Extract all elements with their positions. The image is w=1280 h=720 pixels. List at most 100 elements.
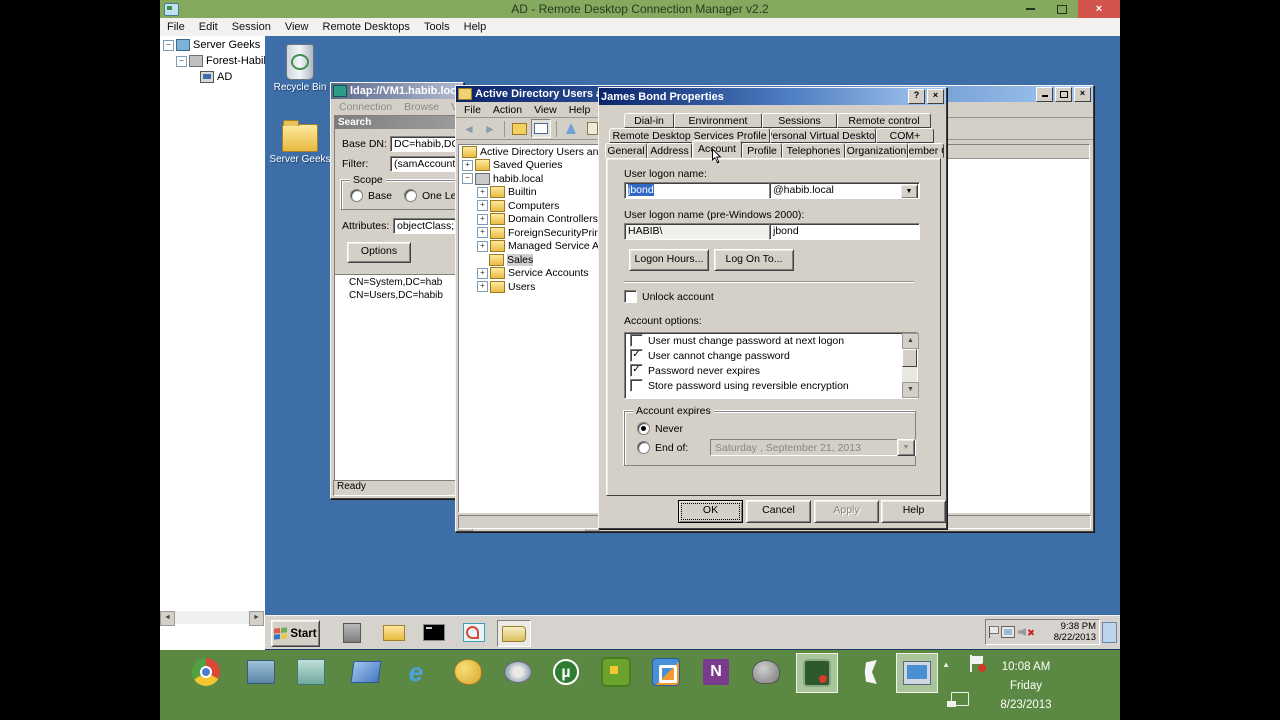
expires-never-radio[interactable]: Never	[637, 422, 683, 435]
menu-session[interactable]: Session	[225, 19, 278, 35]
pre2000-name-input[interactable]: jbond	[769, 223, 920, 240]
tab-environment[interactable]: Environment	[674, 113, 762, 128]
base-dn-input[interactable]: DC=habib,DC=	[390, 136, 463, 152]
menu-help[interactable]: Help	[457, 19, 494, 35]
taskbar-icon-sql-tool[interactable]	[850, 656, 882, 688]
taskbar-icon-camtasia-recorder[interactable]	[796, 653, 838, 693]
taskbar-icon-gimp[interactable]	[750, 656, 782, 688]
action-center-flag-icon[interactable]	[970, 655, 986, 672]
tree-item-forest-habib[interactable]: − Forest-Habib	[160, 54, 270, 68]
radio-selected-icon[interactable]	[637, 422, 650, 435]
taskbar-icon-file-explorer[interactable]	[350, 656, 382, 688]
action-center-flag-icon[interactable]	[989, 626, 999, 638]
ok-button[interactable]: OK	[678, 500, 743, 523]
taskbar-icon-vmware-player[interactable]	[650, 656, 682, 688]
expand-icon[interactable]: +	[477, 281, 488, 293]
tab-general[interactable]: General	[605, 143, 647, 158]
scroll-left-icon[interactable]: ◄	[160, 611, 175, 626]
taskbar-icon-admin-tools[interactable]	[245, 656, 277, 688]
tab-sessions[interactable]: Sessions	[762, 113, 837, 128]
checkbox-checked-icon[interactable]: ✓	[630, 349, 643, 362]
ldap-result-item[interactable]: CN=System,DC=hab	[349, 277, 461, 288]
tree-item-domain-controllers[interactable]: + Domain Controllers	[459, 213, 601, 227]
menu-tools[interactable]: Tools	[417, 19, 457, 35]
expires-date-select[interactable]: Saturday , September 21, 2013 ▼	[710, 439, 916, 456]
maximize-button[interactable]	[1055, 86, 1072, 102]
scope-base-radio[interactable]	[350, 189, 363, 202]
network-icon[interactable]	[947, 692, 969, 707]
tree-item-sales[interactable]: Sales	[459, 253, 601, 267]
tab-rds-profile[interactable]: Remote Desktop Services Profile	[609, 128, 770, 143]
tab-address[interactable]: Address	[647, 143, 692, 158]
expand-icon[interactable]: +	[477, 186, 488, 198]
apply-button[interactable]: Apply	[814, 500, 879, 523]
expand-icon[interactable]: +	[462, 159, 473, 171]
speaker-icon[interactable]	[1018, 628, 1026, 636]
tab-personal-virtual-desktop[interactable]: Personal Virtual Desktop	[770, 128, 876, 143]
menu-view[interactable]: View	[278, 19, 316, 35]
menu-help[interactable]: Help	[563, 103, 597, 117]
taskbar-icon-command-prompt[interactable]	[419, 620, 449, 645]
domain-suffix-select[interactable]: @habib.local ▼	[769, 182, 920, 199]
taskbar-icon-internet-explorer[interactable]: e	[400, 656, 432, 688]
scrollbar-track[interactable]	[175, 611, 249, 624]
taskbar-icon-aduc[interactable]	[497, 620, 531, 647]
expand-icon[interactable]: +	[477, 267, 488, 279]
help-icon[interactable]: ?	[908, 89, 925, 104]
collapse-icon[interactable]: −	[462, 173, 473, 185]
dialog-titlebar[interactable]: James Bond Properties ? ×	[599, 88, 946, 105]
ldap-titlebar[interactable]: ldap://VM1.habib.local	[331, 83, 463, 99]
expand-icon[interactable]: +	[477, 200, 488, 212]
close-button[interactable]: ×	[1078, 0, 1120, 18]
taskbar-icon-vmware-workstation[interactable]	[600, 656, 632, 688]
tab-organization[interactable]: Organization	[845, 143, 908, 158]
taskbar-icon-hyperv[interactable]	[295, 656, 327, 688]
back-icon[interactable]: ◄	[460, 120, 478, 137]
scroll-right-icon[interactable]: ►	[249, 611, 264, 626]
tree-item-service-accounts[interactable]: + Service Accounts	[459, 267, 601, 281]
logon-name-input[interactable]: jbond	[624, 182, 770, 199]
filter-icon[interactable]	[562, 120, 580, 137]
taskbar-icon-paint[interactable]	[452, 656, 484, 688]
attributes-input[interactable]: objectClass;na	[393, 218, 463, 234]
desktop-icon-recycle-bin[interactable]: Recycle Bin	[268, 44, 332, 93]
log-on-to-button[interactable]: Log On To...	[714, 249, 794, 271]
tree-item-root[interactable]: Active Directory Users and Co	[459, 145, 601, 159]
network-icon[interactable]	[1001, 626, 1015, 638]
taskbar-icon-ldap-browser[interactable]	[459, 620, 489, 645]
checkbox-icon[interactable]	[630, 334, 643, 347]
scroll-up-icon[interactable]: ▲	[902, 333, 919, 349]
tab-telephones[interactable]: Telephones	[782, 143, 845, 158]
search-panel-titlebar[interactable]: Search	[335, 116, 463, 129]
collapse-icon[interactable]: −	[176, 55, 187, 67]
maximize-button[interactable]	[1046, 0, 1078, 18]
remote-clock[interactable]: 9:38 PM 8/22/2013	[1054, 621, 1096, 643]
tree-item-computers[interactable]: + Computers	[459, 199, 601, 213]
close-button[interactable]: ×	[1074, 86, 1091, 102]
tree-item-habib-local[interactable]: − habib.local	[459, 172, 601, 186]
menu-edit[interactable]: Edit	[192, 19, 225, 35]
tree-item-server-geeks[interactable]: − Server Geeks	[160, 38, 265, 52]
folder-up-icon[interactable]	[510, 120, 528, 137]
close-icon[interactable]: ×	[927, 89, 944, 104]
expand-icon[interactable]: +	[477, 240, 488, 252]
checkbox-checked-icon[interactable]: ✓	[630, 364, 643, 377]
tree-item-users[interactable]: + Users	[459, 280, 601, 294]
forward-icon[interactable]: ►	[481, 120, 499, 137]
unlock-account-checkbox[interactable]: Unlock account	[624, 290, 714, 303]
tree-item-managed-service[interactable]: + Managed Service Accou	[459, 240, 601, 254]
help-button[interactable]: Help	[881, 500, 946, 523]
minimize-button[interactable]	[1014, 0, 1046, 18]
minimize-button[interactable]	[1036, 86, 1053, 102]
expires-end-of-radio[interactable]: End of:	[637, 441, 688, 454]
tree-item-foreign-security[interactable]: + ForeignSecurityPrincipa	[459, 226, 601, 240]
collapse-icon[interactable]: −	[163, 39, 174, 51]
taskbar-icon-onenote[interactable]: N	[700, 656, 732, 688]
tree-item-builtin[interactable]: + Builtin	[459, 186, 601, 200]
tree-item-ad[interactable]: AD	[160, 70, 265, 84]
host-clock[interactable]: 10:08 AM Friday 8/23/2013	[987, 658, 1065, 715]
taskbar-icon-server-manager[interactable]	[337, 620, 367, 645]
tree-item-saved-queries[interactable]: + Saved Queries	[459, 159, 601, 173]
menu-file[interactable]: File	[160, 19, 192, 35]
menu-connection[interactable]: Connection	[333, 100, 398, 114]
